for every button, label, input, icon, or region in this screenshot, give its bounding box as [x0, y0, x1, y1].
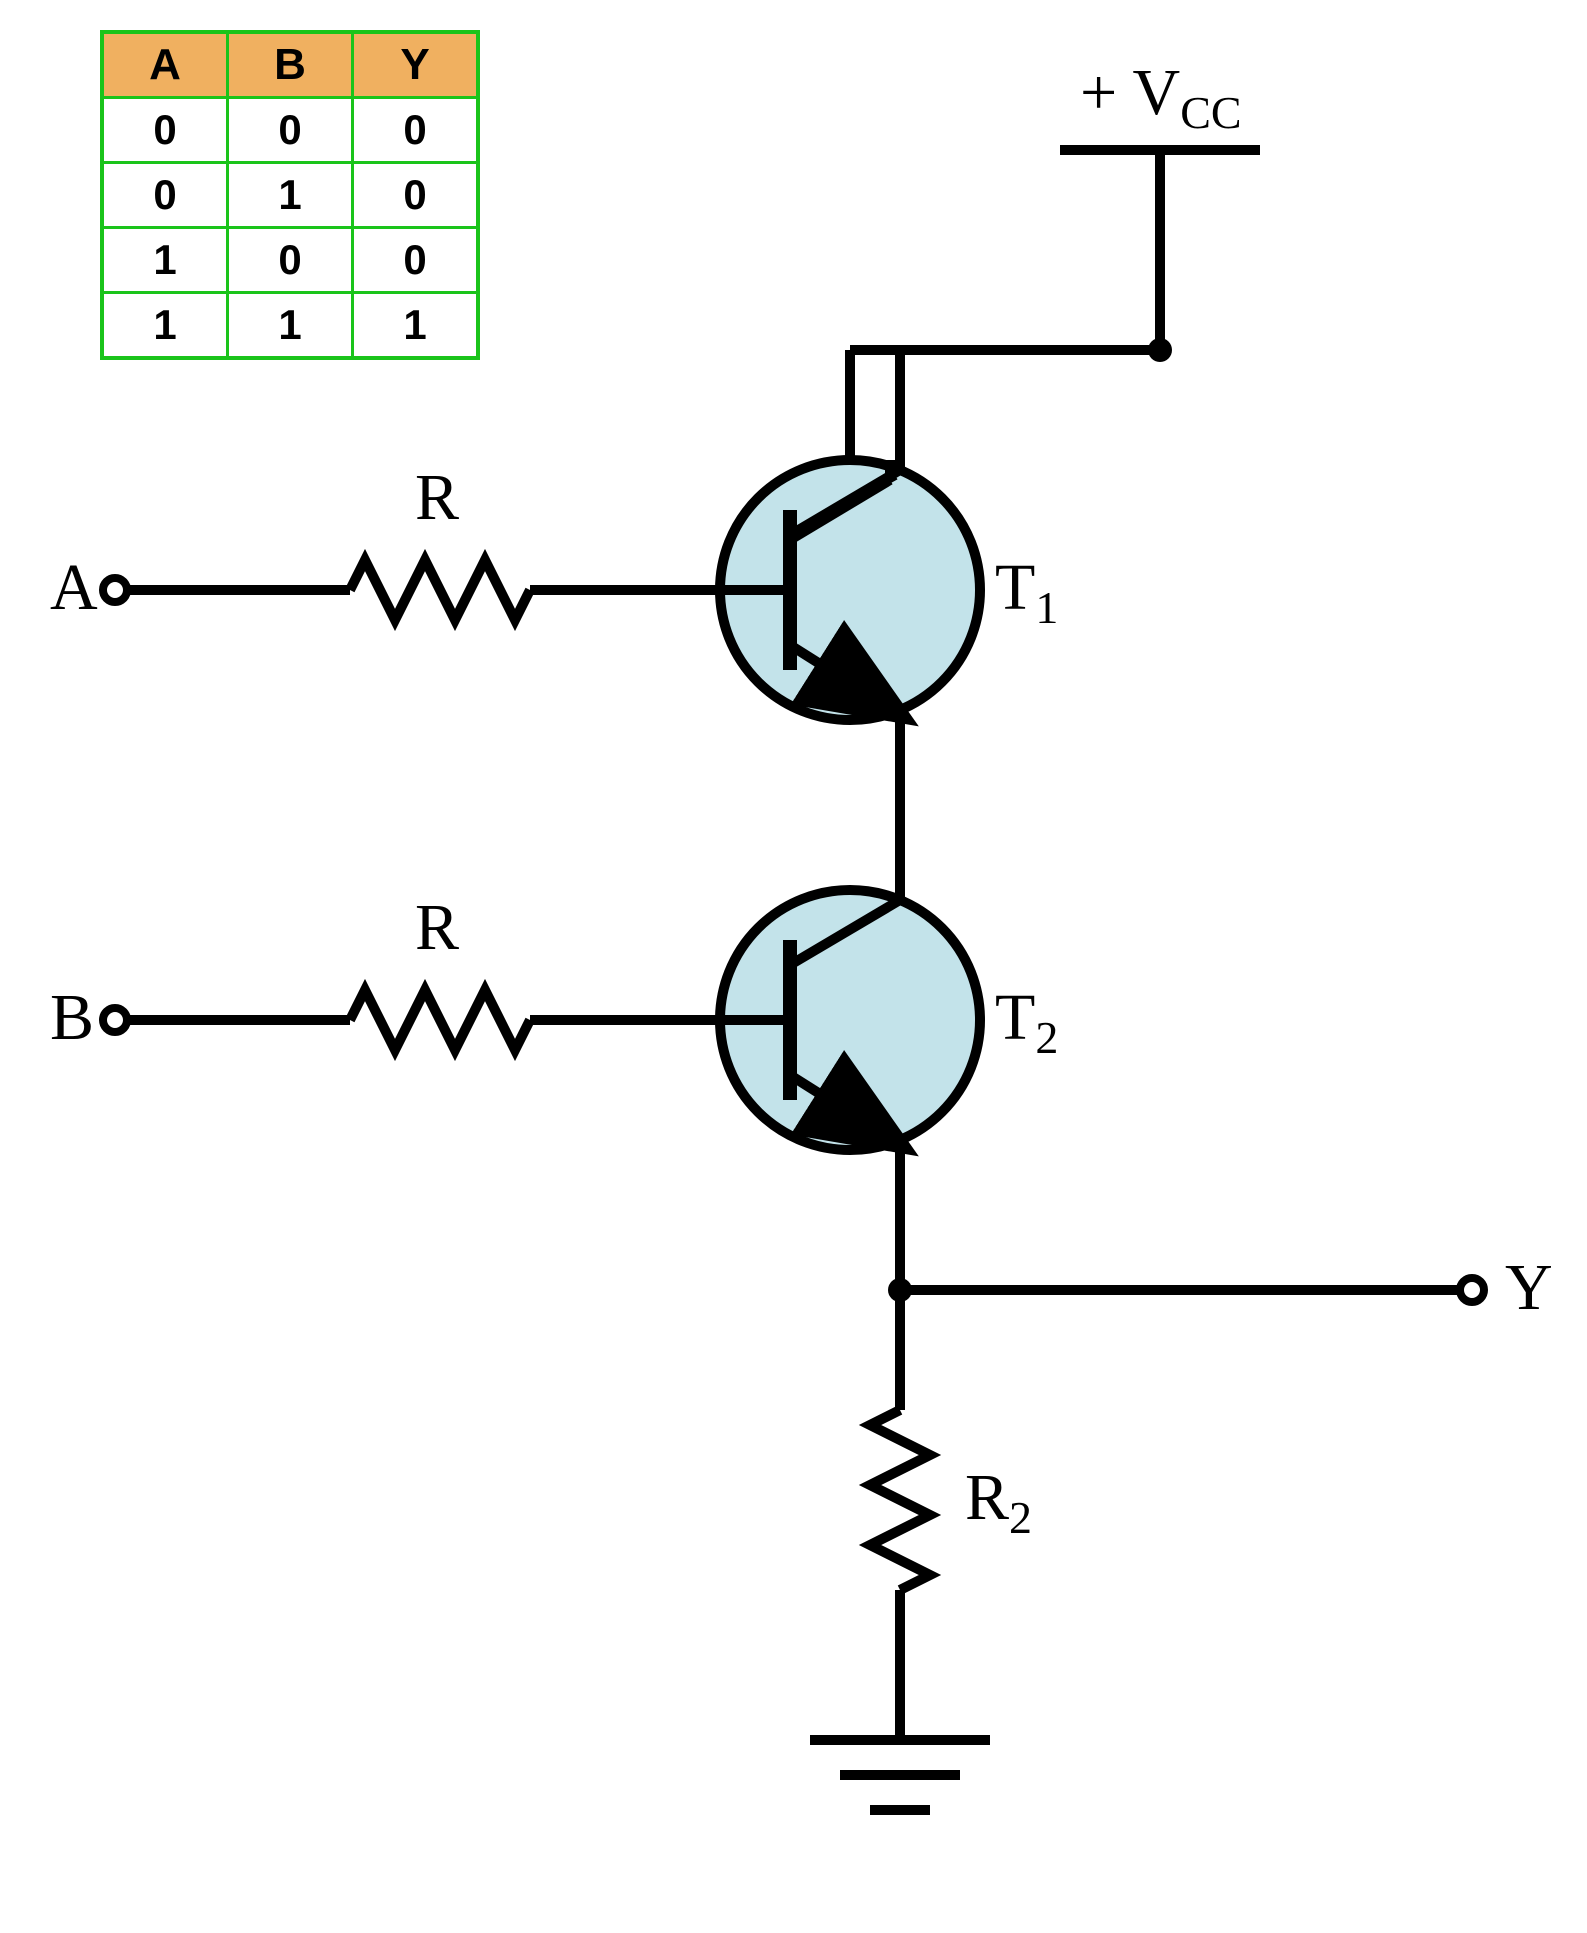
resistor-r2-icon [870, 1410, 930, 1590]
circuit-diagram [20, 20, 1587, 1913]
input-b-label: B [50, 980, 94, 1056]
resistor-b-label: R [415, 890, 459, 966]
output-y-label: Y [1505, 1250, 1553, 1326]
resistor-b-icon [350, 990, 530, 1050]
input-a-label: A [50, 550, 98, 626]
vcc-label: + VCC [1080, 55, 1242, 139]
transistor-2-label: T2 [995, 980, 1058, 1064]
resistor-a-label: R [415, 460, 459, 536]
terminal-a-icon [103, 578, 127, 602]
terminal-y-icon [1460, 1278, 1484, 1302]
resistor-a-icon [350, 560, 530, 620]
terminal-b-icon [103, 1008, 127, 1032]
transistor-1-label: T1 [995, 550, 1058, 634]
resistor-2-label: R2 [965, 1460, 1032, 1544]
